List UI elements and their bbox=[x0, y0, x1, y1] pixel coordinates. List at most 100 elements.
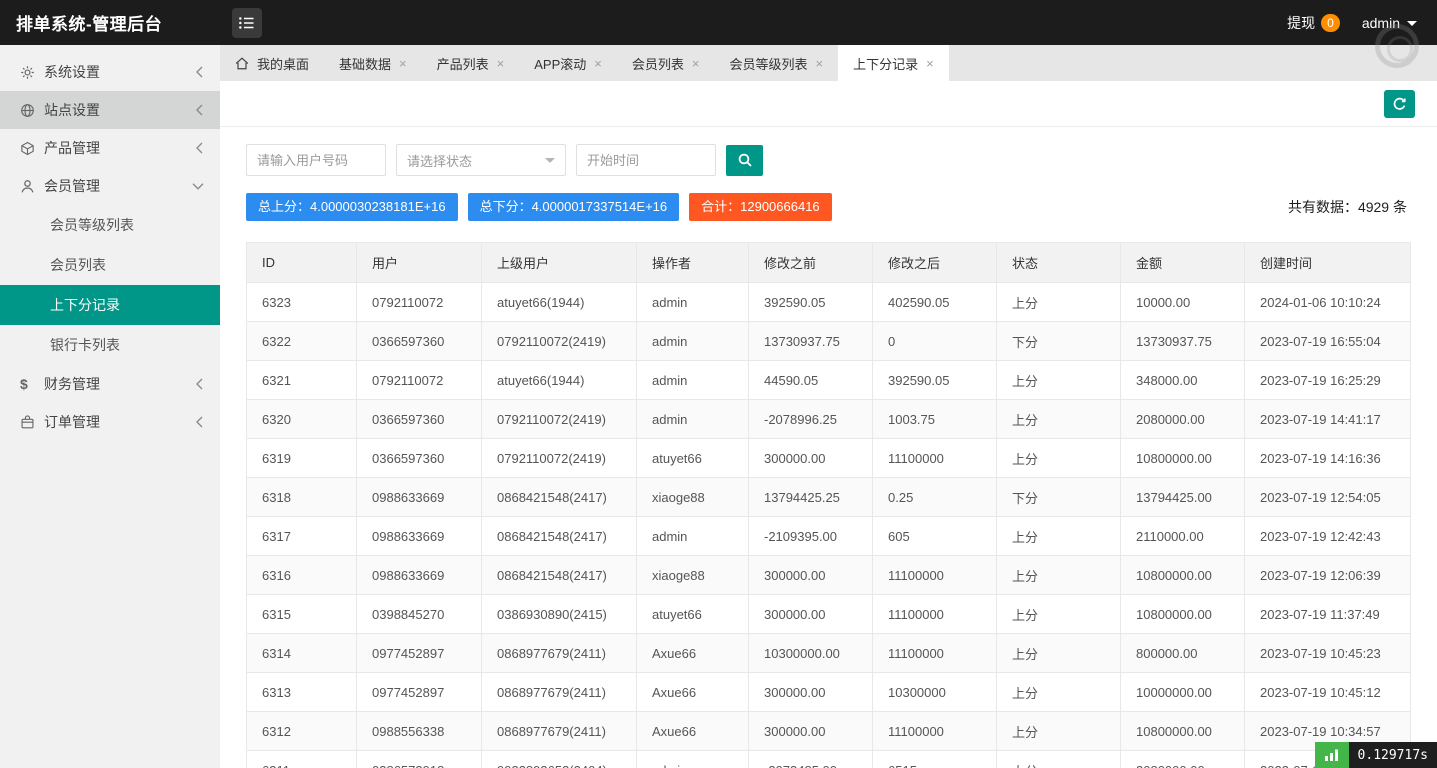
table-cell: 0792110072(2419) bbox=[482, 439, 637, 478]
table-row: 63210792110072atuyet66(1944)admin44590.0… bbox=[247, 361, 1411, 400]
sidebar-item[interactable]: 系统设置 bbox=[0, 53, 220, 91]
table-cell: 下分 bbox=[997, 478, 1121, 517]
tab-item[interactable]: 我的桌面 bbox=[220, 45, 324, 81]
top-bar: 排单系统-管理后台 提现 0 admin bbox=[0, 0, 1437, 45]
close-icon[interactable]: × bbox=[815, 57, 823, 70]
table-cell: 6321 bbox=[247, 361, 357, 400]
table-cell: 2023-07-19 16:25:29 bbox=[1245, 361, 1411, 400]
close-icon[interactable]: × bbox=[399, 57, 407, 70]
table-cell: 2023-07-19 14:41:17 bbox=[1245, 400, 1411, 439]
chevron-left-icon bbox=[195, 104, 204, 116]
tab-item[interactable]: 上下分记录× bbox=[838, 45, 949, 81]
table-cell: 0868421548(2417) bbox=[482, 517, 637, 556]
table-header-row: ID用户上级用户操作者修改之前修改之后状态金额创建时间 bbox=[247, 243, 1411, 283]
table-cell: 0977452897 bbox=[357, 634, 482, 673]
table-row: 631609886336690868421548(2417)xiaoge8830… bbox=[247, 556, 1411, 595]
table-cell: 11100000 bbox=[873, 556, 997, 595]
table-cell: 0792110072(2419) bbox=[482, 322, 637, 361]
table-cell: 6319 bbox=[247, 439, 357, 478]
column-header: 修改之后 bbox=[873, 243, 997, 283]
table-cell: 300000.00 bbox=[749, 712, 873, 751]
sidebar-item[interactable]: 产品管理 bbox=[0, 129, 220, 167]
table-cell: 6515 bbox=[873, 751, 997, 768]
sidebar-subitem[interactable]: 上下分记录 bbox=[0, 285, 220, 325]
table-row: 631103865739189933893653(2404)admin-2073… bbox=[247, 751, 1411, 768]
table-cell: 10300000 bbox=[873, 673, 997, 712]
sidebar-item-label: 站点设置 bbox=[44, 100, 195, 120]
table-cell: 上分 bbox=[997, 712, 1121, 751]
tab-item[interactable]: 产品列表× bbox=[422, 45, 520, 81]
sidebar-subitem[interactable]: 会员等级列表 bbox=[0, 205, 220, 245]
search-button[interactable] bbox=[726, 145, 763, 176]
table-cell: 上分 bbox=[997, 517, 1121, 556]
refresh-button[interactable] bbox=[1384, 90, 1415, 118]
table-cell: 0386930890(2415) bbox=[482, 595, 637, 634]
table-cell: 上分 bbox=[997, 634, 1121, 673]
withdraw-label: 提现 bbox=[1287, 13, 1315, 33]
tab-item[interactable]: APP滚动 × bbox=[519, 45, 617, 81]
table-cell: 13794425.00 bbox=[1121, 478, 1245, 517]
table-cell: admin bbox=[637, 517, 749, 556]
sidebar-item[interactable]: 订单管理 bbox=[0, 403, 220, 441]
sidebar-item[interactable]: 站点设置 bbox=[0, 91, 220, 129]
table-cell: 13730937.75 bbox=[749, 322, 873, 361]
table-cell: 2023-07-19 12:06:39 bbox=[1245, 556, 1411, 595]
close-icon[interactable]: × bbox=[926, 57, 934, 70]
table-cell: 0792110072(2419) bbox=[482, 400, 637, 439]
table-cell: 2110000.00 bbox=[1121, 517, 1245, 556]
status-select[interactable]: 请选择状态 bbox=[396, 144, 566, 176]
table-cell: admin bbox=[637, 361, 749, 400]
tab-item[interactable]: 会员等级列表× bbox=[714, 45, 838, 81]
order-icon bbox=[20, 415, 44, 430]
table-body: 63230792110072atuyet66(1944)admin392590.… bbox=[247, 283, 1411, 768]
table-cell: 2023-07-19 16:55:04 bbox=[1245, 322, 1411, 361]
sidebar-subitem-label: 银行卡列表 bbox=[50, 335, 120, 355]
tab-label: 基础数据 bbox=[339, 54, 391, 73]
table-cell: 上分 bbox=[997, 595, 1121, 634]
table-cell: 44590.05 bbox=[749, 361, 873, 400]
close-icon[interactable]: × bbox=[594, 57, 602, 70]
user-number-input[interactable] bbox=[246, 144, 386, 176]
home-icon bbox=[235, 57, 249, 70]
table-cell: 6314 bbox=[247, 634, 357, 673]
tab-item[interactable]: 会员列表× bbox=[617, 45, 715, 81]
sidebar-item[interactable]: 会员管理 bbox=[0, 167, 220, 205]
sidebar-item[interactable]: $财务管理 bbox=[0, 365, 220, 403]
table-cell: 11100000 bbox=[873, 712, 997, 751]
table-row: 631409774528970868977679(2411)Axue661030… bbox=[247, 634, 1411, 673]
start-time-input[interactable] bbox=[576, 144, 716, 176]
sidebar-item-label: 财务管理 bbox=[44, 374, 195, 394]
app-title: 排单系统-管理后台 bbox=[0, 10, 220, 35]
sidebar: 系统设置站点设置产品管理会员管理会员等级列表会员列表上下分记录银行卡列表 $财务管… bbox=[0, 45, 220, 768]
total-up-stat: 总上分：4.0000030238181E+16 bbox=[246, 193, 458, 221]
table-cell: 10800000.00 bbox=[1121, 556, 1245, 595]
close-icon[interactable]: × bbox=[497, 57, 505, 70]
sidebar-subitem[interactable]: 会员列表 bbox=[0, 245, 220, 285]
menu-toggle-button[interactable] bbox=[232, 8, 262, 38]
table-cell: 0988633669 bbox=[357, 478, 482, 517]
trace-chart-icon[interactable] bbox=[1315, 742, 1349, 768]
table-cell: 10000.00 bbox=[1121, 283, 1245, 322]
table-cell: atuyet66 bbox=[637, 439, 749, 478]
table-cell: 300000.00 bbox=[749, 556, 873, 595]
sidebar-subitem[interactable]: 银行卡列表 bbox=[0, 325, 220, 365]
table-cell: Axue66 bbox=[637, 673, 749, 712]
tab-label: APP滚动 bbox=[534, 54, 586, 73]
table-row: 631503988452700386930890(2415)atuyet6630… bbox=[247, 595, 1411, 634]
withdraw-link[interactable]: 提现 0 bbox=[1287, 13, 1340, 33]
table-cell: 10000000.00 bbox=[1121, 673, 1245, 712]
table-cell: 6322 bbox=[247, 322, 357, 361]
table-cell: 0398845270 bbox=[357, 595, 482, 634]
table-cell: atuyet66(1944) bbox=[482, 283, 637, 322]
table-cell: xiaoge88 bbox=[637, 478, 749, 517]
column-header: 上级用户 bbox=[482, 243, 637, 283]
table-cell: admin bbox=[637, 322, 749, 361]
search-icon bbox=[737, 152, 753, 168]
table-cell: 392590.05 bbox=[873, 361, 997, 400]
tab-item[interactable]: 基础数据 × bbox=[324, 45, 422, 81]
table-cell: 2023-07-19 11:37:49 bbox=[1245, 595, 1411, 634]
table-cell: 2080000.00 bbox=[1121, 400, 1245, 439]
table-cell: 2023-07-19 14:16:36 bbox=[1245, 439, 1411, 478]
close-icon[interactable]: × bbox=[692, 57, 700, 70]
sidebar-item-label: 会员管理 bbox=[44, 176, 192, 196]
